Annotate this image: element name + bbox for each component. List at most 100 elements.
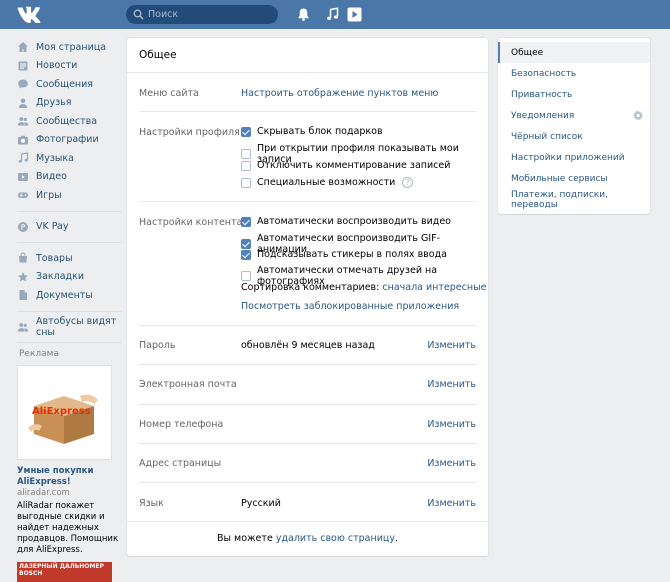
ad-title[interactable]: Умные покупки AliExpress!: [17, 466, 122, 488]
nav-item-photos[interactable]: Фотографии: [17, 131, 122, 150]
checkbox[interactable]: [241, 149, 251, 159]
checkbox[interactable]: [241, 126, 251, 137]
blocked-apps-link[interactable]: Посмотреть заблокированные приложения: [241, 301, 459, 312]
change-phone-link[interactable]: Изменить: [427, 419, 476, 430]
divider: [139, 404, 476, 405]
document-icon: [19, 290, 27, 301]
nav-item-communities[interactable]: Сообщества: [17, 112, 122, 131]
settings-tab-notifications[interactable]: Уведомления: [498, 105, 650, 126]
nav-item-label: Фотографии: [36, 134, 99, 146]
nav-divider: [17, 210, 122, 212]
music-icon[interactable]: [325, 7, 340, 22]
settings-tab-app-settings[interactable]: Настройки приложений: [498, 147, 650, 168]
nav-item-news[interactable]: Новости: [17, 57, 122, 76]
comment-sort-label: Сортировка комментариев:: [241, 282, 380, 293]
nav-item-vk-pay[interactable]: VK Pay: [17, 218, 122, 237]
change-address-link[interactable]: Изменить: [427, 458, 476, 469]
settings-tab-label: Приватность: [511, 89, 573, 100]
nav-item-label: Видео: [36, 171, 67, 183]
divider: [127, 521, 488, 522]
nav-item-buses-dream[interactable]: Автобусы видят сны: [17, 316, 122, 338]
divider: [139, 482, 476, 483]
checkbox[interactable]: [241, 249, 251, 260]
message-icon: [18, 79, 28, 89]
nav-item-label: Музыка: [36, 152, 74, 164]
settings-tab-payments[interactable]: Платежи, подписки, переводы: [498, 189, 650, 210]
settings-tab-label: Чёрный список: [511, 131, 583, 142]
ad-aliexpress[interactable]: AliExpress Умные покупки AliExpress! ali…: [17, 365, 122, 556]
gear-icon[interactable]: [633, 110, 644, 121]
bell-icon[interactable]: [296, 7, 311, 22]
nav-divider: [17, 242, 122, 243]
ad-bosch-banner[interactable]: ЛАЗЕРНЫЙ ДАЛЬНОМЕР BOSCH: [17, 562, 112, 582]
settings-tab-label: Настройки приложений: [511, 152, 625, 163]
settings-tab-label: Общее: [511, 47, 544, 58]
nav-item-label: Игры: [36, 189, 62, 201]
settings-panel: Общее Меню сайта Настроить отображение п…: [127, 38, 488, 556]
top-header: [0, 0, 670, 29]
change-password-link[interactable]: Изменить: [427, 340, 476, 351]
checkbox[interactable]: [241, 160, 251, 171]
settings-tab-label: Платежи, подписки, переводы: [511, 189, 608, 210]
person-icon: [18, 98, 28, 108]
footer-text: Вы можете: [216, 533, 273, 544]
nav-item-label: Товары: [36, 252, 73, 264]
option-suggest-stickers[interactable]: Подсказывать стикеры в полях ввода: [241, 249, 447, 260]
nav-item-music[interactable]: Музыка: [17, 149, 122, 168]
settings-tab-blacklist[interactable]: Чёрный список: [498, 126, 650, 147]
language-value: Русский: [241, 498, 281, 509]
settings-tab-mobile-services[interactable]: Мобильные сервисы: [498, 168, 650, 189]
option-label: Специальные возможности: [257, 177, 396, 188]
nav-item-label: Документы: [36, 289, 93, 301]
page-address-label: Адрес страницы: [139, 458, 222, 469]
change-email-link[interactable]: Изменить: [427, 379, 476, 390]
content-settings-label: Настройки контента: [139, 217, 243, 228]
nav-item-label: Сообщества: [36, 115, 98, 127]
checkbox[interactable]: [241, 271, 251, 281]
language-label: Язык: [139, 498, 164, 509]
nav-item-label: Друзья: [36, 97, 72, 109]
vk-logo-icon[interactable]: [17, 6, 41, 23]
ad-domain: aliradar.com: [17, 488, 70, 498]
option-autoplay-video[interactable]: Автоматически воспроизводить видео: [241, 216, 451, 227]
settings-tab-privacy[interactable]: Приватность: [498, 84, 650, 105]
nav-item-games[interactable]: Игры: [17, 186, 122, 205]
divider: [139, 325, 476, 326]
settings-tab-security[interactable]: Безопасность: [498, 63, 650, 84]
settings-tab-label: Безопасность: [511, 68, 577, 79]
menu-settings-link[interactable]: Настроить отображение пунктов меню: [241, 88, 438, 99]
nav-item-documents[interactable]: Документы: [17, 286, 122, 305]
music-note-icon: [18, 152, 29, 163]
settings-tab-general[interactable]: Общее: [498, 42, 650, 63]
profile-settings-label: Настройки профиля: [139, 127, 240, 138]
nav-item-goods[interactable]: Товары: [17, 249, 122, 268]
left-navigation: Моя страница Новости Сообщения Друзья Со…: [17, 38, 122, 582]
divider: [139, 443, 476, 444]
checkbox[interactable]: [241, 239, 251, 249]
ad-image[interactable]: AliExpress: [17, 365, 112, 460]
nav-item-friends[interactable]: Друзья: [17, 94, 122, 113]
divider: [139, 364, 476, 365]
nav-item-label: Закладки: [36, 271, 85, 283]
star-icon: [18, 271, 28, 282]
checkbox[interactable]: [241, 216, 251, 227]
search-box[interactable]: [126, 5, 278, 24]
password-value: обновлён 9 месяцев назад: [241, 340, 375, 351]
help-icon[interactable]: ?: [402, 177, 414, 188]
nav-item-my-page[interactable]: Моя страница: [17, 38, 122, 57]
nav-item-video[interactable]: Видео: [17, 168, 122, 187]
option-accessibility[interactable]: Специальные возможности ?: [241, 177, 414, 188]
option-hide-gifts[interactable]: Скрывать блок подарков: [241, 126, 383, 137]
comment-sort-select[interactable]: сначала интересные: [382, 282, 486, 293]
change-language-link[interactable]: Изменить: [427, 498, 476, 509]
divider: [139, 111, 476, 112]
checkbox[interactable]: [241, 177, 251, 188]
nav-item-label: Сообщения: [36, 78, 94, 90]
play-icon[interactable]: [347, 7, 362, 22]
nav-item-bookmarks[interactable]: Закладки: [17, 268, 122, 287]
option-disable-comments[interactable]: Отключить комментирование записей: [241, 160, 450, 171]
search-input[interactable]: [148, 7, 268, 22]
delete-page-link[interactable]: удалить свою страницу: [276, 533, 395, 544]
menu-label: Меню сайта: [139, 88, 199, 99]
nav-item-messages[interactable]: Сообщения: [17, 75, 122, 94]
